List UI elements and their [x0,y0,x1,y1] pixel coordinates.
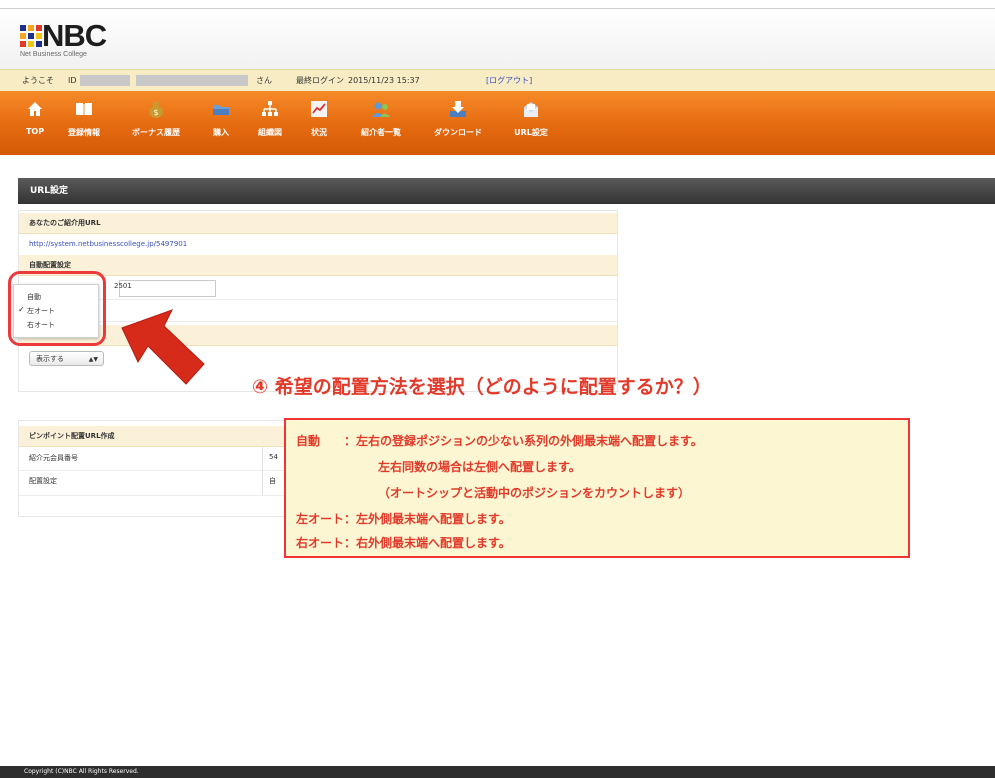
san-suffix: さん [256,76,272,85]
nav-item-status[interactable]: 状況 [304,99,334,149]
last-login-label: 最終ログイン [296,76,344,85]
folder-icon [211,99,231,119]
nav-item-purchase[interactable]: 購入 [206,99,236,149]
id-label: ID [68,76,77,85]
nav-label: 組織図 [258,128,282,137]
nav-label: 紹介者一覧 [361,128,401,137]
nav-item-download[interactable]: ダウンロード [428,99,488,149]
highlight-circle [8,271,106,346]
nav-label: 購入 [213,128,229,137]
book-icon [74,99,94,119]
row-divider [19,470,289,471]
row1-label: 紹介元会員番号 [29,454,78,462]
copyright-text: Copyright (C)NBC All Rights Reserved. [24,768,139,775]
row-divider [19,299,617,300]
referral-url-label: あなたのご紹介用URL [29,219,101,227]
home-icon [25,99,45,119]
welcome-greeting: ようこそ [22,76,54,85]
column-divider [262,447,263,495]
welcome-bar: ようこそ ID さん 最終ログイン 2015/11/23 15:37 [ログアウ… [0,69,995,92]
annotation-line: （オートシップと活動中のポジションをカウントします） [378,486,691,500]
envelope-icon [521,99,541,119]
display-setting-header [19,325,617,346]
referral-url-link[interactable]: http://system.netbusinesscollege.jp/5497… [29,240,187,248]
masked-user-id [80,75,130,86]
main-nav: TOP 登録情報 $ ボーナス履歴 購入 組織図 状況 紹介者一覧 ダウンロード… [0,91,995,155]
member-number-input[interactable] [119,280,216,297]
row2-label: 配置設定 [29,477,57,485]
nav-label: ダウンロード [434,128,482,137]
nav-item-bonus-history[interactable]: $ ボーナス履歴 [124,99,188,149]
logo-text: NBC [42,18,107,53]
nav-item-url-settings[interactable]: URL設定 [508,99,554,149]
nav-label: ボーナス履歴 [132,128,180,137]
download-icon [448,99,468,119]
display-select-value: 表示する [36,355,64,363]
updown-arrow-icon: ▲▼ [88,356,98,363]
people-icon [371,99,391,119]
masked-user-name [136,75,248,86]
section-header: URL設定 [18,178,995,204]
nav-item-referrals[interactable]: 紹介者一覧 [354,99,408,149]
display-select[interactable]: 表示する ▲▼ [29,351,104,366]
annotation-line: 自動 ：左右の登録ポジションの少ない系列の外側最末端へ配置します。 [296,434,703,448]
annotation-box: 自動 ：左右の登録ポジションの少ない系列の外側最末端へ配置します。 左右同数の場… [284,418,910,558]
nav-item-registration[interactable]: 登録情報 [64,99,104,149]
arrow-icon [121,309,205,385]
row2-value[interactable]: 自 [269,476,276,486]
nav-label: URL設定 [514,128,548,137]
annotation-line: 左右同数の場合は左側へ配置します。 [378,460,581,474]
row-divider [19,321,617,322]
site-header: NBC Net Business College [0,9,995,69]
annotation-line: 右オート：右外側最末端へ配置します。 [296,536,511,550]
referral-url-header: あなたのご紹介用URL [19,213,617,234]
site-footer: Copyright (C)NBC All Rights Reserved. [0,766,995,778]
input-value: 2501 [114,282,132,290]
row1-value[interactable]: 54 [269,453,278,461]
row-divider [19,495,289,496]
url-settings-panel: あなたのご紹介用URL http://system.netbusinesscol… [18,210,618,392]
pinpoint-title: ピンポイント配置URL作成 [29,432,115,440]
chart-icon [309,99,329,119]
svg-text:$: $ [153,108,158,117]
nav-label: 状況 [311,128,327,137]
nbc-logo[interactable]: NBC Net Business College [20,18,130,64]
last-login-value: 2015/11/23 15:37 [348,76,420,85]
nav-item-top[interactable]: TOP [20,99,50,149]
nav-label: 登録情報 [68,128,100,137]
pinpoint-header: ピンポイント配置URL作成 [19,426,289,447]
annotation-line: 左オート：左外側最末端へ配置します。 [296,512,511,526]
logout-link[interactable]: [ログアウト] [486,70,532,91]
section-title: URL設定 [30,186,68,196]
pinpoint-panel: ピンポイント配置URL作成 紹介元会員番号 54 配置設定 自 [18,420,290,517]
logo-subtitle: Net Business College [20,51,87,58]
placement-header: 自動配置設定 [19,255,617,276]
org-chart-icon [260,99,280,119]
nav-label: TOP [25,127,45,136]
money-bag-icon: $ [146,99,166,119]
logo-squares-icon [20,25,42,47]
nav-item-org-chart[interactable]: 組織図 [252,99,288,149]
annotation-title: ④ 希望の配置方法を選択（どのように配置するか？） [252,376,712,398]
